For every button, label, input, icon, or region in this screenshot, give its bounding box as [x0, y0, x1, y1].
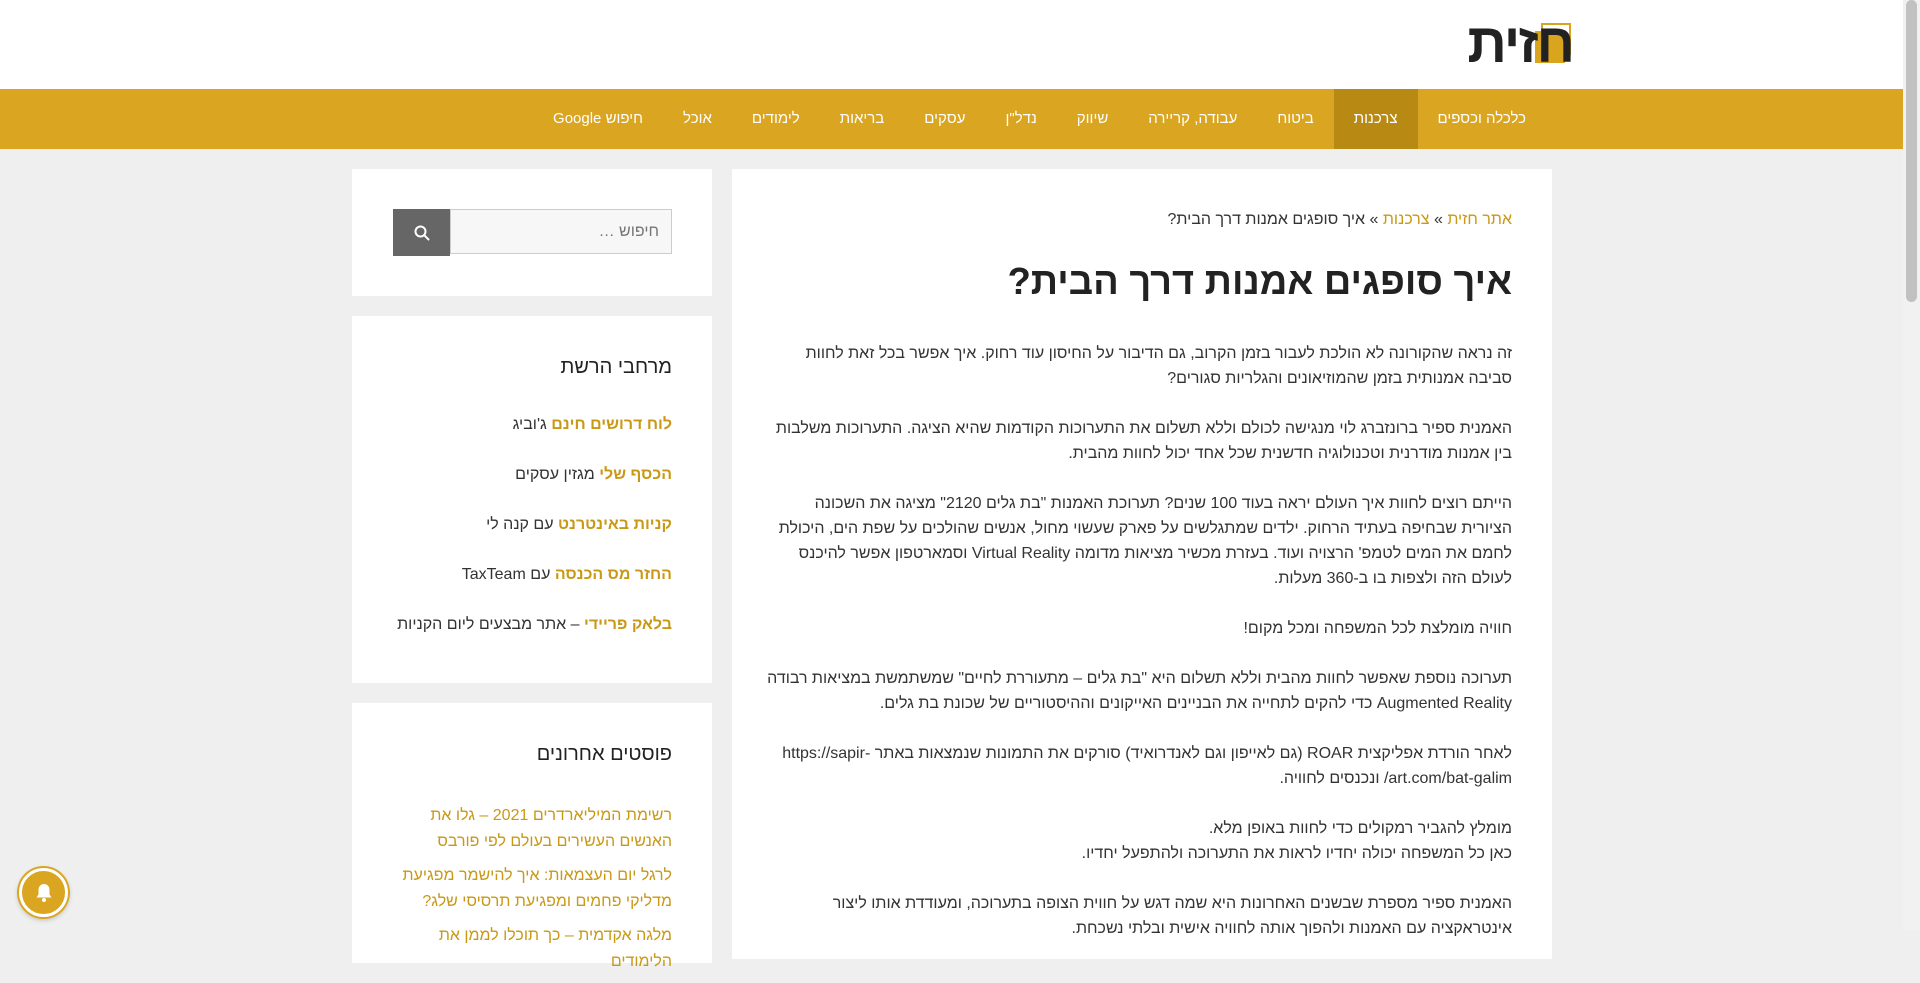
- breadcrumb-current: איך סופגים אמנות דרך הבית?: [1167, 211, 1366, 228]
- breadcrumb-separator: »: [1433, 211, 1443, 228]
- nav-item[interactable]: חיפוש Google: [533, 89, 663, 149]
- article-paragraph: מומלץ להגביר רמקולים כדי לחוות באופן מלא…: [767, 816, 1512, 866]
- nav-item[interactable]: אוכל: [663, 89, 732, 149]
- nav-item[interactable]: בריאות: [820, 89, 905, 149]
- recent-posts-list: רשימת המיליארדרים 2021 – גלו את האנשים ה…: [392, 803, 672, 983]
- nav-list: כלכלה וכספים צרכנות ביטוח עבודה, קריירה שיוו…: [533, 89, 1546, 149]
- widget-title: פוסטים אחרונים: [536, 743, 672, 765]
- nav-item[interactable]: ביטוח: [1257, 89, 1333, 149]
- network-link-description: עם TaxTeam: [461, 566, 555, 583]
- search-button[interactable]: [393, 209, 450, 256]
- article-paragraph: האמנית ספיר ברונזברג לוי מנגישה לכולם ול…: [775, 420, 1512, 462]
- list-item: מלגה אקדמית – כך תוכלו לממן את הלימודים: [392, 923, 672, 975]
- search-input[interactable]: [450, 209, 672, 254]
- breadcrumb-category-link[interactable]: צרכנות: [1383, 211, 1430, 228]
- list-item: לוח דרושים חינם ג'וביג: [397, 416, 672, 441]
- notification-button[interactable]: [19, 868, 68, 917]
- search-icon: [414, 225, 429, 240]
- article-paragraph: הייתם רוצים לחוות איך העולם יראה בעוד 10…: [778, 495, 1512, 587]
- nav-item[interactable]: עבודה, קריירה: [1128, 89, 1257, 149]
- nav-item[interactable]: שיווק: [1057, 89, 1129, 149]
- network-link[interactable]: לוח דרושים חינם: [551, 416, 672, 433]
- recent-post-link[interactable]: לרגל יום העצמאות: איך להישמר מפגיעת מדלי…: [402, 867, 672, 910]
- article-paragraph: לאחר הורדת אפליקצית ROAR (גם לאייפון וגם…: [782, 745, 1512, 787]
- recent-post-link[interactable]: רשימת המיליארדרים 2021 – גלו את האנשים ה…: [430, 807, 672, 850]
- recent-post-link[interactable]: מלגה אקדמית – כך תוכלו לממן את הלימודים: [439, 927, 672, 970]
- list-item: הכסף שלי מגזין עסקים: [397, 466, 672, 491]
- article-paragraph: זה נראה שהקורונה לא הולכת לעבור בזמן הקר…: [805, 345, 1512, 387]
- network-link-description: ג'וביג: [512, 416, 552, 433]
- network-link-description: – אתר מבצעים ליום הקניות: [397, 616, 584, 633]
- bell-icon: [36, 883, 51, 902]
- list-item: בלאק פריידי – אתר מבצעים ליום הקניות: [397, 616, 672, 641]
- article-body: זה נראה שהקורונה לא הולכת לעבור בזמן הקר…: [767, 341, 1512, 966]
- widget-title: מרחבי הרשת: [560, 356, 672, 378]
- nav-item[interactable]: צרכנות: [1333, 89, 1418, 149]
- article-card: אתר חזית » צרכנות » איך סופגים אמנות דרך…: [732, 169, 1552, 959]
- article-paragraph: תערוכה נוספת שאפשר לחוות מהבית וללא תשלו…: [767, 670, 1512, 712]
- page-scrollbar[interactable]: [1903, 0, 1920, 930]
- network-link[interactable]: קניות באינטרנט: [558, 516, 672, 533]
- list-item: קניות באינטרנט עם קנה לי: [397, 516, 672, 541]
- recent-posts-widget: פוסטים אחרונים רשימת המיליארדרים 2021 – …: [352, 703, 712, 970]
- breadcrumb-separator: »: [1369, 211, 1379, 228]
- nav-item[interactable]: עסקים: [904, 89, 985, 149]
- nav-item[interactable]: לימודים: [732, 89, 820, 149]
- nav-item[interactable]: נדל"ן: [985, 89, 1056, 149]
- page-title: איך סופגים אמנות דרך הבית?: [1007, 261, 1512, 303]
- list-item: רשימת המיליארדרים 2021 – גלו את האנשים ה…: [392, 803, 672, 855]
- network-link[interactable]: בלאק פריידי: [584, 616, 672, 633]
- article-line: מומלץ להגביר רמקולים כדי לחוות באופן מלא…: [1208, 820, 1512, 837]
- article-paragraph: האמנית ספיר מספרת שבשנים האחרונות היא שמ…: [832, 895, 1512, 937]
- article-line: כאן כל המשפחה יכולה יחדיו לראות את התערו…: [1081, 845, 1512, 862]
- list-item: החזר מס הכנסה עם TaxTeam: [397, 566, 672, 591]
- search-widget: [352, 169, 712, 296]
- site-logo[interactable]: חזית: [1395, 14, 1575, 72]
- list-item: לרגל יום העצמאות: איך להישמר מפגיעת מדלי…: [392, 863, 672, 915]
- main-navigation: כלכלה וכספים צרכנות ביטוח עבודה, קריירה שיוו…: [0, 89, 1903, 149]
- network-widget: מרחבי הרשת לוח דרושים חינם ג'וביג הכסף ש…: [352, 316, 712, 683]
- breadcrumb-home-link[interactable]: אתר חזית: [1447, 211, 1512, 228]
- network-link[interactable]: החזר מס הכנסה: [555, 566, 672, 583]
- article-paragraph: חוויה מומלצת לכל המשפחה ומכל מקום!: [1243, 620, 1512, 637]
- logo-text[interactable]: חזית: [1467, 14, 1575, 72]
- network-list: לוח דרושים חינם ג'וביג הכסף שלי מגזין עס…: [397, 416, 672, 666]
- breadcrumb: אתר חזית » צרכנות » איך סופגים אמנות דרך…: [1168, 211, 1512, 229]
- network-link-description: מגזין עסקים: [515, 466, 600, 483]
- scrollbar-thumb[interactable]: [1906, 0, 1917, 302]
- site-header: חזית: [0, 0, 1903, 89]
- nav-item[interactable]: כלכלה וכספים: [1418, 89, 1547, 149]
- network-link-description: עם קנה לי: [486, 516, 559, 533]
- network-link[interactable]: הכסף שלי: [599, 466, 672, 483]
